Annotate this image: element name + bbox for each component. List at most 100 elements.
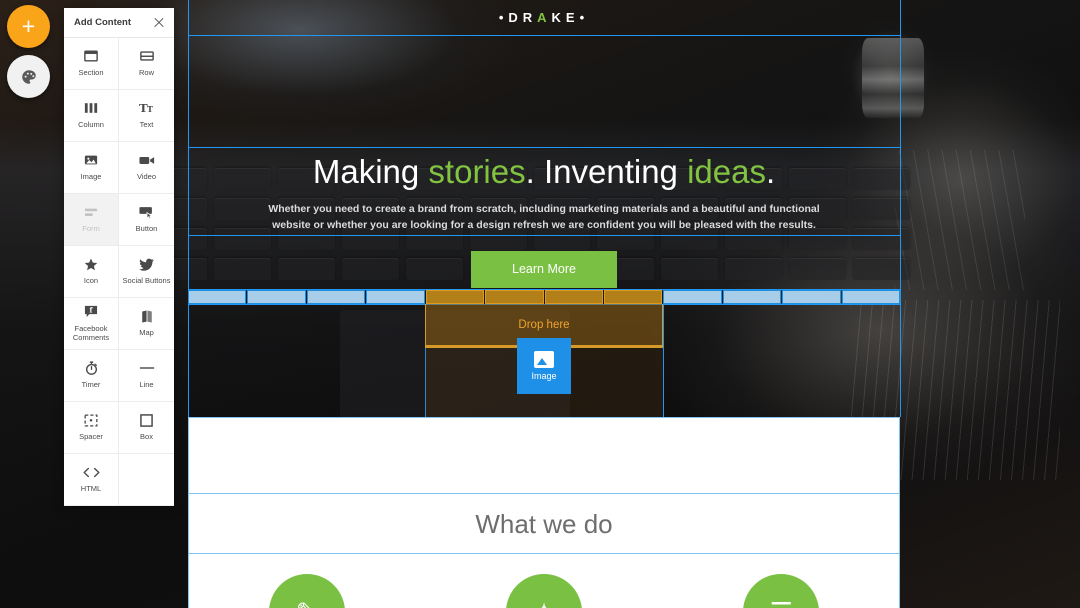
- content-item-button[interactable]: Button: [119, 194, 174, 246]
- content-item-grid: Section Row Column TT Text Image Video F…: [64, 38, 174, 506]
- hero-cta-row: Learn More: [188, 249, 900, 289]
- site-logo[interactable]: •DRAKE•: [499, 10, 589, 25]
- panel-header: Add Content: [64, 8, 174, 38]
- panel-title: Add Content: [74, 17, 131, 28]
- column-indicator-strip[interactable]: [188, 290, 901, 304]
- drop-zone-label: Drop here: [518, 318, 570, 331]
- content-item-spacer[interactable]: Spacer: [64, 402, 119, 454]
- content-item-label: Map: [139, 328, 154, 338]
- content-item-label: Timer: [81, 380, 101, 390]
- content-item-label: Icon: [83, 276, 99, 286]
- content-item-row[interactable]: Row: [119, 38, 174, 90]
- column-cell[interactable]: [247, 290, 306, 304]
- map-icon: [141, 309, 153, 323]
- logo-prefix: •: [498, 10, 509, 25]
- content-item-line[interactable]: Line: [119, 350, 174, 402]
- star-icon: [84, 257, 98, 271]
- column-cell-active[interactable]: [425, 290, 485, 304]
- content-item-label: Image: [80, 172, 102, 182]
- plus-icon: +: [21, 13, 36, 39]
- close-icon[interactable]: [152, 16, 166, 30]
- column-cell[interactable]: [782, 290, 841, 304]
- hero-heading-green-1: stories: [428, 153, 526, 190]
- content-item-column[interactable]: Column: [64, 90, 119, 142]
- content-item-box[interactable]: Box: [119, 402, 174, 454]
- image-icon: [84, 153, 98, 167]
- hero-heading-part-2: . Inventing: [525, 153, 688, 190]
- section-icon: [84, 49, 98, 63]
- column-cell-active[interactable]: [603, 290, 663, 304]
- column-cell-active[interactable]: [485, 290, 544, 304]
- hero-heading-part-1: Making: [312, 153, 429, 190]
- content-item-empty-slot: [119, 454, 174, 506]
- line-icon: [139, 361, 155, 375]
- spacer-icon: [84, 413, 98, 427]
- services-row: ✎ ✦ ☲: [188, 554, 900, 608]
- hero-heading: Making stories. Inventing ideas.: [313, 153, 775, 191]
- service-item[interactable]: ☲: [741, 554, 821, 608]
- column-cell[interactable]: [366, 290, 425, 304]
- timer-icon: [85, 361, 98, 376]
- add-content-panel[interactable]: Add Content Section Row Column T T Text …: [64, 8, 174, 506]
- column-cell[interactable]: [306, 290, 366, 304]
- learn-more-button[interactable]: Learn More: [471, 250, 617, 288]
- drag-ghost-image[interactable]: Image: [517, 338, 571, 394]
- content-item-label: Social Buttons: [122, 276, 171, 286]
- content-item-icon[interactable]: Icon: [64, 246, 119, 298]
- twitter-bird-icon: [139, 257, 154, 271]
- logo-accent-letter: A: [537, 10, 552, 25]
- section-title: What we do: [475, 508, 613, 539]
- service-circle-icon: ✎: [268, 574, 345, 608]
- logo-after: KE: [551, 10, 580, 25]
- service-item[interactable]: ✦: [504, 554, 584, 608]
- content-item-facebook-comments[interactable]: f Facebook Comments: [64, 298, 119, 350]
- content-item-label: Form: [82, 224, 100, 234]
- content-item-label: HTML: [80, 484, 102, 494]
- hero-paragraph: Whether you need to create a brand from …: [268, 202, 820, 232]
- editor-root: •DRAKE• Making stories. Inventing ideas.…: [0, 0, 1080, 608]
- content-item-text[interactable]: TT Text: [119, 90, 174, 142]
- column-cell[interactable]: [841, 290, 901, 304]
- content-item-social-buttons[interactable]: Social Buttons: [119, 246, 174, 298]
- site-header: •DRAKE•: [188, 0, 900, 35]
- service-circle-icon: ✦: [505, 574, 582, 608]
- column-cell-active[interactable]: [544, 290, 603, 304]
- palette-icon: [21, 69, 36, 84]
- content-item-label: Line: [139, 380, 154, 390]
- content-item-label: Video: [136, 172, 157, 182]
- content-item-video[interactable]: Video: [119, 142, 174, 194]
- content-item-label: Box: [140, 432, 153, 442]
- svg-text:T: T: [147, 104, 153, 114]
- content-item-image[interactable]: Image: [64, 142, 119, 194]
- column-cell[interactable]: [663, 290, 722, 304]
- service-item[interactable]: ✎: [267, 554, 347, 608]
- content-item-label: Row: [138, 68, 154, 78]
- add-element-button[interactable]: +: [7, 5, 50, 48]
- logo-before: DR: [508, 10, 538, 25]
- video-icon: [138, 153, 155, 167]
- button-icon: [138, 205, 155, 219]
- theme-palette-button[interactable]: [7, 55, 50, 98]
- service-circle-icon: ☲: [743, 574, 820, 608]
- logo-suffix: •: [579, 10, 590, 25]
- form-icon: [84, 205, 98, 219]
- content-item-label: Facebook Comments: [72, 323, 110, 342]
- hero-heading-part-3: .: [765, 153, 776, 190]
- code-icon: [82, 465, 100, 479]
- box-icon: [140, 413, 153, 427]
- facebook-comment-icon: f: [84, 305, 98, 319]
- content-item-label: Text: [139, 120, 154, 130]
- content-item-section[interactable]: Section: [64, 38, 119, 90]
- column-cell[interactable]: [722, 290, 782, 304]
- content-item-html[interactable]: HTML: [64, 454, 119, 506]
- row-icon: [139, 49, 154, 63]
- column-icon: [84, 101, 98, 115]
- content-item-form: Form: [64, 194, 119, 246]
- white-spacer-section[interactable]: [188, 417, 900, 494]
- what-we-do-section[interactable]: What we do: [188, 494, 900, 554]
- image-icon: [534, 351, 554, 368]
- column-cell[interactable]: [188, 290, 247, 304]
- content-item-timer[interactable]: Timer: [64, 350, 119, 402]
- content-item-map[interactable]: Map: [119, 298, 174, 350]
- hero-text-block[interactable]: Making stories. Inventing ideas. Whether…: [188, 147, 900, 235]
